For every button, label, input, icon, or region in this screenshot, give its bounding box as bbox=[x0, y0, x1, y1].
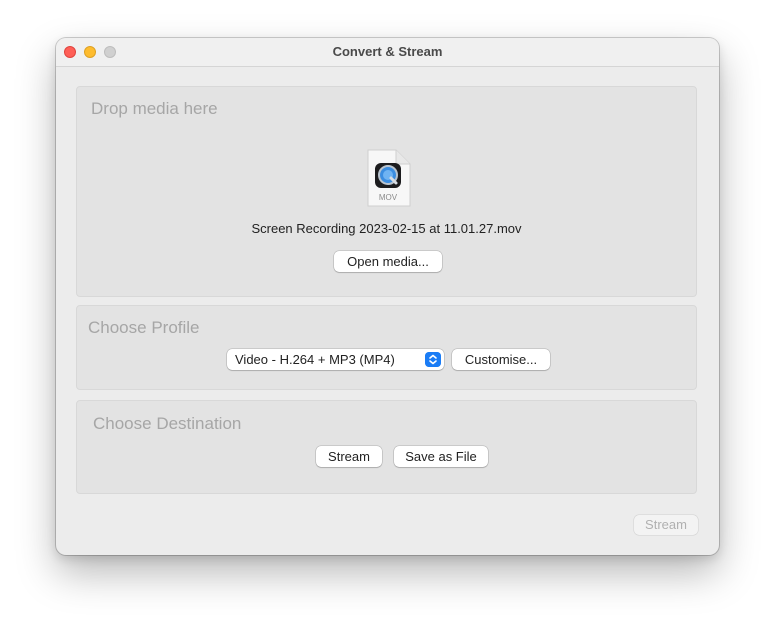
choose-destination-label: Choose Destination bbox=[93, 414, 242, 433]
file-name: Screen Recording 2023-02-15 at 11.01.27.… bbox=[251, 221, 522, 236]
title-bar: Convert & Stream bbox=[56, 38, 719, 67]
choose-profile-panel: Choose Profile Video - H.264 + MP3 (MP4)… bbox=[76, 305, 697, 390]
window-title: Convert & Stream bbox=[332, 44, 443, 59]
stream-destination-button[interactable]: Stream bbox=[316, 446, 382, 467]
up-down-chevron-icon bbox=[425, 352, 441, 367]
file-type-label: MOV bbox=[379, 193, 398, 202]
choose-profile-label: Choose Profile bbox=[88, 318, 200, 337]
customise-button[interactable]: Customise... bbox=[452, 349, 550, 370]
save-as-file-button[interactable]: Save as File bbox=[394, 446, 488, 467]
mov-file-icon: MOV bbox=[367, 149, 411, 207]
profile-select[interactable]: Video - H.264 + MP3 (MP4) bbox=[227, 349, 444, 370]
drop-media-label: Drop media here bbox=[91, 99, 218, 118]
choose-destination-panel: Choose Destination Stream Save as File bbox=[76, 400, 697, 494]
profile-select-value: Video - H.264 + MP3 (MP4) bbox=[235, 352, 395, 367]
stream-start-button: Stream bbox=[634, 515, 698, 535]
convert-stream-window: Convert & Stream Drop media here MOV Scr… bbox=[56, 38, 719, 555]
drop-media-panel[interactable]: Drop media here MOV Screen Recording 202… bbox=[76, 86, 697, 297]
open-media-button[interactable]: Open media... bbox=[334, 251, 442, 272]
